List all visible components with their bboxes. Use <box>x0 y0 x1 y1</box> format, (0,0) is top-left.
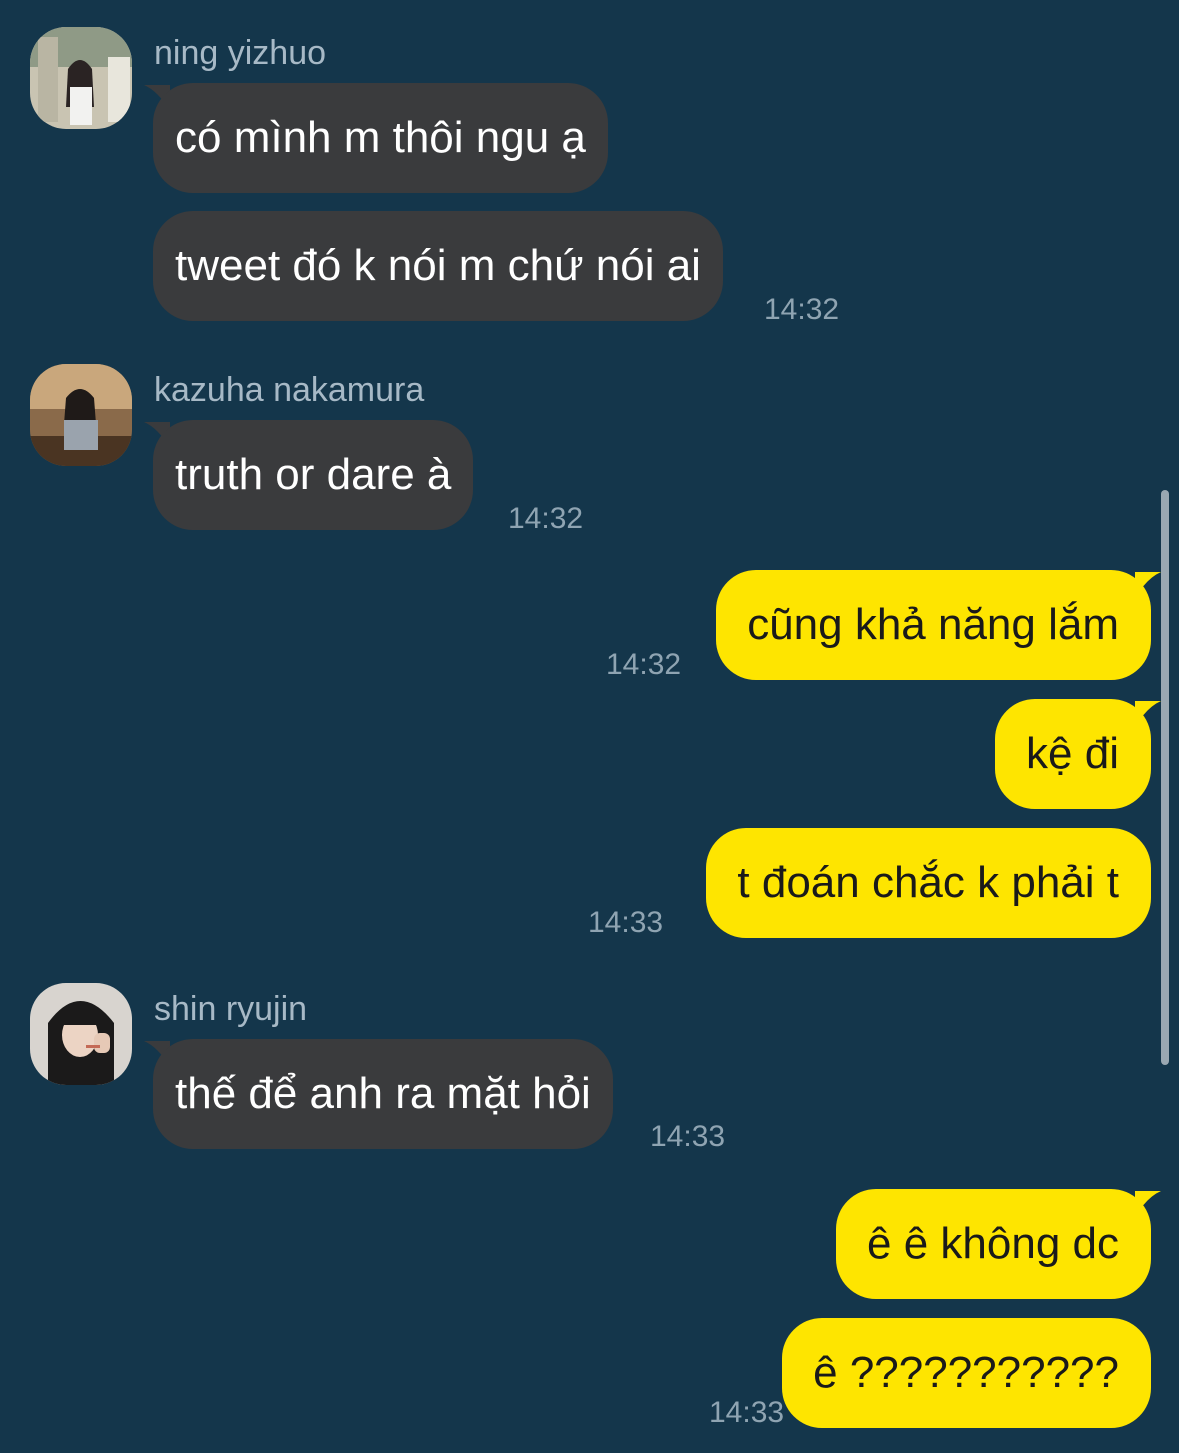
message-timestamp: 14:33 <box>650 1120 726 1153</box>
message-timestamp: 14:33 <box>588 906 664 939</box>
message-bubble[interactable]: kệ đi <box>995 699 1151 809</box>
message-timestamp: 14:32 <box>508 502 584 535</box>
avatar-ning-yizhuo[interactable] <box>30 27 132 129</box>
avatar-kazuha-nakamura[interactable] <box>30 364 132 466</box>
sender-name: ning yizhuo <box>154 34 327 72</box>
message-timestamp: 14:33 <box>709 1396 785 1429</box>
message-bubble[interactable]: truth or dare à <box>153 420 474 530</box>
message-bubble[interactable]: ê ??????????? <box>782 1318 1151 1428</box>
message-timestamp: 14:32 <box>764 293 840 326</box>
message-timestamp: 14:32 <box>606 648 682 681</box>
avatar-shin-ryujin[interactable] <box>30 983 132 1085</box>
scrollbar-thumb[interactable] <box>1161 490 1169 1065</box>
message-bubble[interactable]: cũng khả năng lắm <box>716 570 1151 680</box>
message-bubble[interactable]: t đoán chắc k phải t <box>706 828 1151 938</box>
message-bubble[interactable]: ê ê không dc <box>836 1189 1151 1299</box>
message-bubble[interactable]: thế để anh ra mặt hỏi <box>153 1039 613 1149</box>
sender-name: kazuha nakamura <box>154 371 425 409</box>
message-bubble[interactable]: có mình m thôi ngu ạ <box>153 83 608 193</box>
message-bubble[interactable]: tweet đó k nói m chứ nói ai <box>153 211 723 321</box>
sender-name: shin ryujin <box>154 990 308 1028</box>
